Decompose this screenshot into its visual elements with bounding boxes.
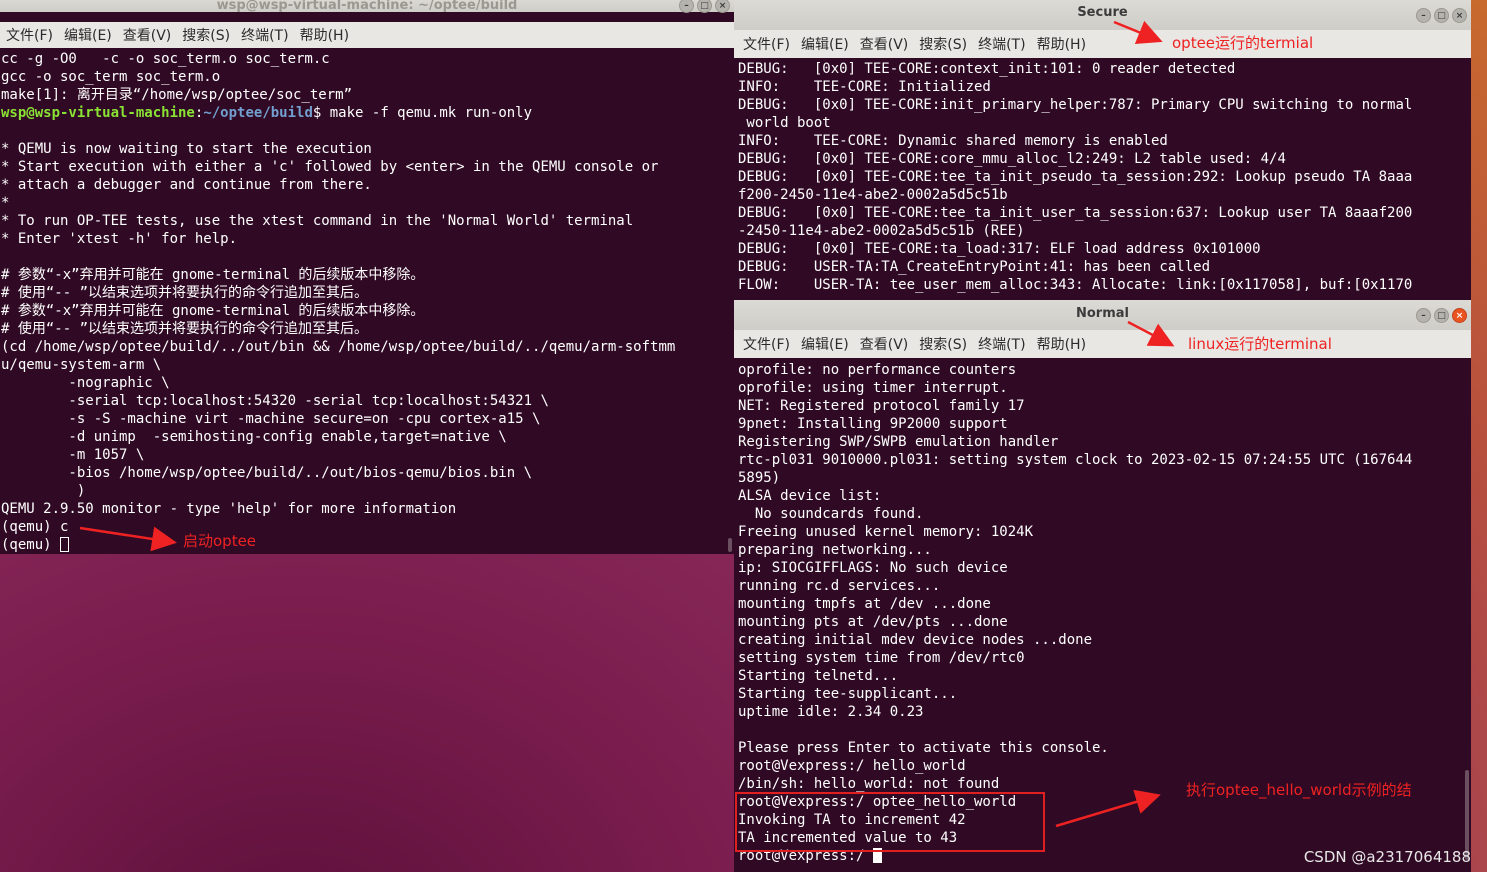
watermark: CSDN @a2317064188 [1303,848,1471,866]
arrow-linux-terminal [1127,320,1175,347]
arrow-hello-result [1055,789,1161,828]
arrow-start-optee [79,526,177,552]
annotation-optee-terminal: optee运行的termial [1172,34,1314,52]
annotation-linux-terminal: linux运行的terminal [1188,335,1332,353]
annotation-hello-result: 执行optee_hello_world示例的结 [1186,781,1412,799]
annotation-arrows [79,20,1175,828]
annotation-start-optee: 启动optee [183,532,257,550]
arrow-optee-terminal [1113,20,1163,44]
